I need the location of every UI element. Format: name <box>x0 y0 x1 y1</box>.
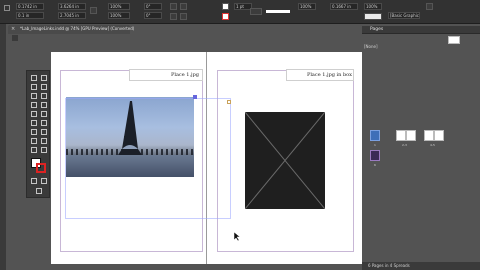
tools-panel <box>26 70 50 198</box>
control-bar: 0.1742 in 0.1 in 3.6264 in 2.7045 in 100… <box>0 0 480 24</box>
gap-tool-icon[interactable] <box>40 83 47 90</box>
right-caption-frame[interactable]: Place 1.jpg in box <box>286 69 354 81</box>
stroke-line-preview <box>266 10 290 13</box>
frame-style-dropdown[interactable]: [Basic Graphics Frame]+ <box>388 12 420 19</box>
page-label-1: 1 <box>374 143 376 147</box>
stroke-swatch[interactable] <box>222 13 229 20</box>
screen-mode-icon[interactable] <box>35 187 42 194</box>
select-container-button[interactable] <box>170 13 177 20</box>
right-caption-text: Place 1.jpg in box <box>306 72 352 78</box>
empty-frame-x-icon <box>244 111 326 210</box>
right-dock <box>362 24 480 270</box>
zoom-tool-icon[interactable] <box>40 146 47 153</box>
eyedropper-tool-icon[interactable] <box>40 137 47 144</box>
note-tool-icon[interactable] <box>30 137 37 144</box>
pencil-tool-icon[interactable] <box>30 110 37 117</box>
pages-panel-footer: 6 Pages in 4 Spreads <box>362 262 480 270</box>
apply-color-icon[interactable] <box>30 177 37 184</box>
scale-x-field[interactable]: 100% <box>108 3 130 10</box>
scissors-tool-icon[interactable] <box>40 119 47 126</box>
panel-menu-icon[interactable] <box>426 3 433 10</box>
page-thumbnail-4[interactable] <box>424 130 434 141</box>
arrow-cursor-icon <box>234 232 241 241</box>
page-thumbnail-6[interactable] <box>370 150 380 161</box>
opacity-field[interactable]: 100% <box>298 3 316 10</box>
apply-none-icon[interactable] <box>40 177 47 184</box>
stroke-color-icon[interactable] <box>36 163 46 173</box>
hand-tool-icon[interactable] <box>30 146 37 153</box>
page-thumbnail-3[interactable] <box>406 130 416 141</box>
document-tab-title: *Lab_ImageLinks.indd @ 74% [GPU Preview]… <box>20 26 135 31</box>
page-tool-icon[interactable] <box>30 83 37 90</box>
line-tool-icon[interactable] <box>30 101 37 108</box>
page-label-4-5: 4-5 <box>430 143 435 147</box>
offset-field[interactable]: 0.1667 in <box>330 3 358 10</box>
document-tab[interactable]: × *Lab_ImageLinks.indd @ 74% [GPU Previe… <box>8 25 134 34</box>
y-field[interactable]: 0.1 in <box>16 12 44 19</box>
constrain-proportions-button[interactable] <box>90 7 97 14</box>
flip-vertical-button[interactable] <box>180 3 187 10</box>
page-label-2-3: 2-3 <box>402 143 407 147</box>
page-label-6: 6 <box>374 163 376 167</box>
left-dock-strip <box>0 24 6 270</box>
anchor-point-icon[interactable] <box>227 100 231 104</box>
width-field[interactable]: 3.6264 in <box>58 3 86 10</box>
gradient-swatch-tool-icon[interactable] <box>40 128 47 135</box>
page-thumbnail-1[interactable] <box>370 130 380 141</box>
close-icon[interactable]: × <box>11 26 15 32</box>
rectangle-tool-icon[interactable] <box>30 119 37 126</box>
fitting-dropdown[interactable] <box>364 13 382 20</box>
ruler-origin[interactable] <box>12 35 18 41</box>
rotate-field[interactable]: 0° <box>144 3 162 10</box>
stroke-type-dropdown[interactable] <box>250 8 262 15</box>
height-field[interactable]: 2.7045 in <box>58 12 86 19</box>
left-caption-text: Place 1.jpg <box>170 72 199 78</box>
page-thumbnail-5[interactable] <box>434 130 444 141</box>
graphic-frame[interactable] <box>244 111 326 210</box>
pages-count-label: 6 Pages in 4 Spreads <box>368 263 410 268</box>
frame-handle-icon[interactable] <box>193 95 197 99</box>
direct-selection-tool-icon[interactable] <box>40 74 47 81</box>
fill-swatch[interactable] <box>222 3 229 10</box>
rectangle-frame-tool-icon[interactable] <box>40 110 47 117</box>
left-caption-frame[interactable]: Place 1.jpg <box>129 69 203 81</box>
reference-point-icon[interactable] <box>4 5 10 11</box>
type-tool-icon[interactable] <box>40 92 47 99</box>
pen-tool-icon[interactable] <box>40 101 47 108</box>
free-transform-tool-icon[interactable] <box>30 128 37 135</box>
selection-tool-icon[interactable] <box>30 74 37 81</box>
select-content-button[interactable] <box>180 13 187 20</box>
x-field[interactable]: 0.1742 in <box>16 3 44 10</box>
none-master-label[interactable]: [None] <box>364 44 378 49</box>
auto-fit-field[interactable]: 100% <box>364 3 382 10</box>
flip-horizontal-button[interactable] <box>170 3 177 10</box>
pages-panel-title: Pages <box>370 27 384 32</box>
page-thumbnail-2[interactable] <box>396 130 406 141</box>
shear-field[interactable]: 0° <box>144 12 162 19</box>
scale-y-field[interactable]: 100% <box>108 12 130 19</box>
content-collector-tool-icon[interactable] <box>30 92 37 99</box>
pages-panel-header[interactable]: Pages <box>362 26 480 34</box>
master-page-thumbnail[interactable] <box>448 36 460 44</box>
selection-bounding-box[interactable] <box>65 98 231 219</box>
